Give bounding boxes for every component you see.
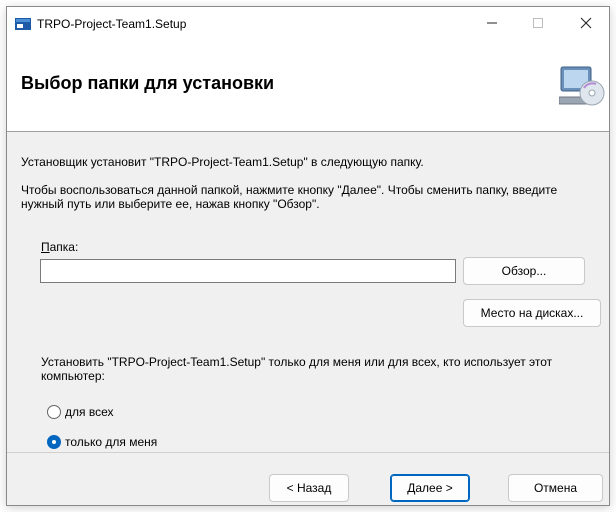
folder-path-input[interactable] (40, 259, 456, 283)
maximize-button[interactable] (515, 7, 561, 39)
install-scope-question: Установить "TRPO-Project-Team1.Setup" то… (41, 355, 553, 383)
title-bar[interactable]: TRPO-Project-Team1.Setup (7, 7, 609, 42)
folder-label-text: апка: (49, 240, 79, 254)
minimize-button[interactable] (469, 7, 515, 39)
footer-divider (7, 452, 609, 453)
radio-everyone[interactable] (47, 405, 61, 419)
page-header: Выбор папки для установки (7, 41, 609, 132)
folder-label-accelerator: П (41, 240, 50, 254)
radio-just-me-label: только для меня (65, 435, 158, 449)
radio-just-me-option[interactable]: только для меня (47, 435, 157, 449)
radio-everyone-label: для всех (65, 405, 114, 419)
back-button[interactable]: < Назад (269, 474, 349, 502)
browse-button[interactable]: Обзор... (463, 257, 585, 285)
radio-everyone-option[interactable]: для всех (47, 405, 114, 419)
maximize-icon (533, 18, 543, 28)
disk-cost-button[interactable]: Место на дисках... (463, 299, 601, 327)
installer-app-icon (15, 18, 31, 30)
computer-cd-icon (559, 66, 605, 106)
page-title: Выбор папки для установки (21, 73, 275, 93)
radio-just-me[interactable] (47, 435, 61, 449)
folder-label: Папка: (41, 240, 78, 254)
next-button[interactable]: Далее > (390, 474, 470, 502)
close-button[interactable] (563, 7, 609, 39)
minimize-icon (487, 22, 497, 24)
instructions-text: Чтобы воспользоваться данной папкой, наж… (21, 183, 558, 211)
close-icon (580, 17, 592, 29)
window-title: TRPO-Project-Team1.Setup (37, 17, 187, 31)
installer-window: TRPO-Project-Team1.Setup Выбор папки для… (6, 6, 610, 506)
cancel-button[interactable]: Отмена (508, 474, 603, 502)
intro-text: Установщик установит "TRPO-Project-Team1… (21, 155, 424, 169)
main-content: Установщик установит "TRPO-Project-Team1… (7, 132, 609, 452)
